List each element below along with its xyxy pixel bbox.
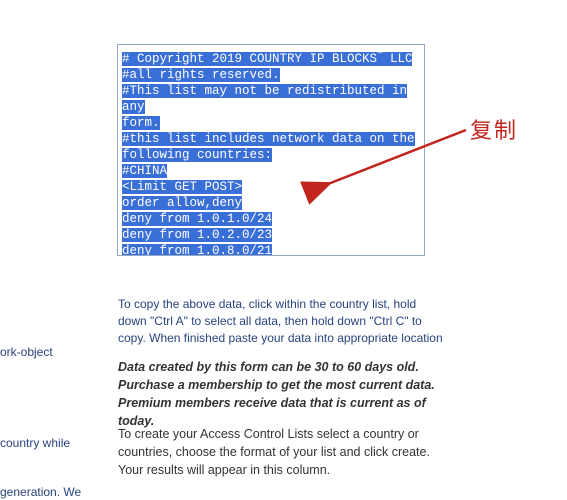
side-text-fragment: country while [0, 435, 92, 451]
acl-line: form. [122, 116, 160, 130]
data-age-notice: Data created by this form can be 30 to 6… [118, 358, 448, 430]
acl-line: <Limit GET POST> [122, 180, 242, 194]
acl-line: # Copyright 2019 COUNTRY IP BLOCKS™ LLC [122, 52, 412, 66]
acl-line: order allow,deny [122, 196, 242, 210]
acl-line: #this list includes network data on the [122, 132, 415, 146]
acl-line: deny from 1.0.8.0/21 [122, 244, 272, 256]
annotation-label: 复制 [470, 113, 518, 145]
side-text-fragment: generation. We [0, 484, 92, 500]
acl-line: deny from 1.0.1.0/24 [122, 212, 272, 226]
acl-line: #This list may not be redistributed in a… [122, 84, 407, 114]
acl-line: following countries: [122, 148, 272, 162]
acl-line: #all rights reserved. [122, 68, 280, 82]
copy-instruction-text: To copy the above data, click within the… [118, 296, 448, 347]
acl-line: #CHINA [122, 164, 167, 178]
acl-output-box[interactable]: # Copyright 2019 COUNTRY IP BLOCKS™ LLC … [117, 44, 425, 256]
create-instruction-text: To create your Access Control Lists sele… [118, 425, 448, 479]
acl-line: deny from 1.0.2.0/23 [122, 228, 272, 242]
side-text-fragment: ork-object [0, 344, 90, 360]
